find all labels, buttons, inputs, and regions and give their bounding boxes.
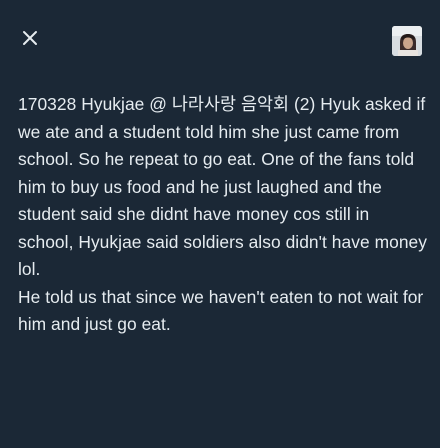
tweet-paragraph: 170328 Hyukjae @ 나라사랑 음악회 (2) Hyuk asked… — [18, 94, 428, 279]
tweet-paragraph: He told us that since we haven't eaten t… — [18, 286, 424, 335]
tweet-text: 170328 Hyukjae @ 나라사랑 음악회 (2) Hyuk asked… — [18, 91, 428, 339]
top-bar — [0, 0, 440, 80]
close-icon — [22, 30, 38, 51]
avatar[interactable] — [392, 26, 422, 56]
close-button[interactable] — [12, 22, 48, 58]
